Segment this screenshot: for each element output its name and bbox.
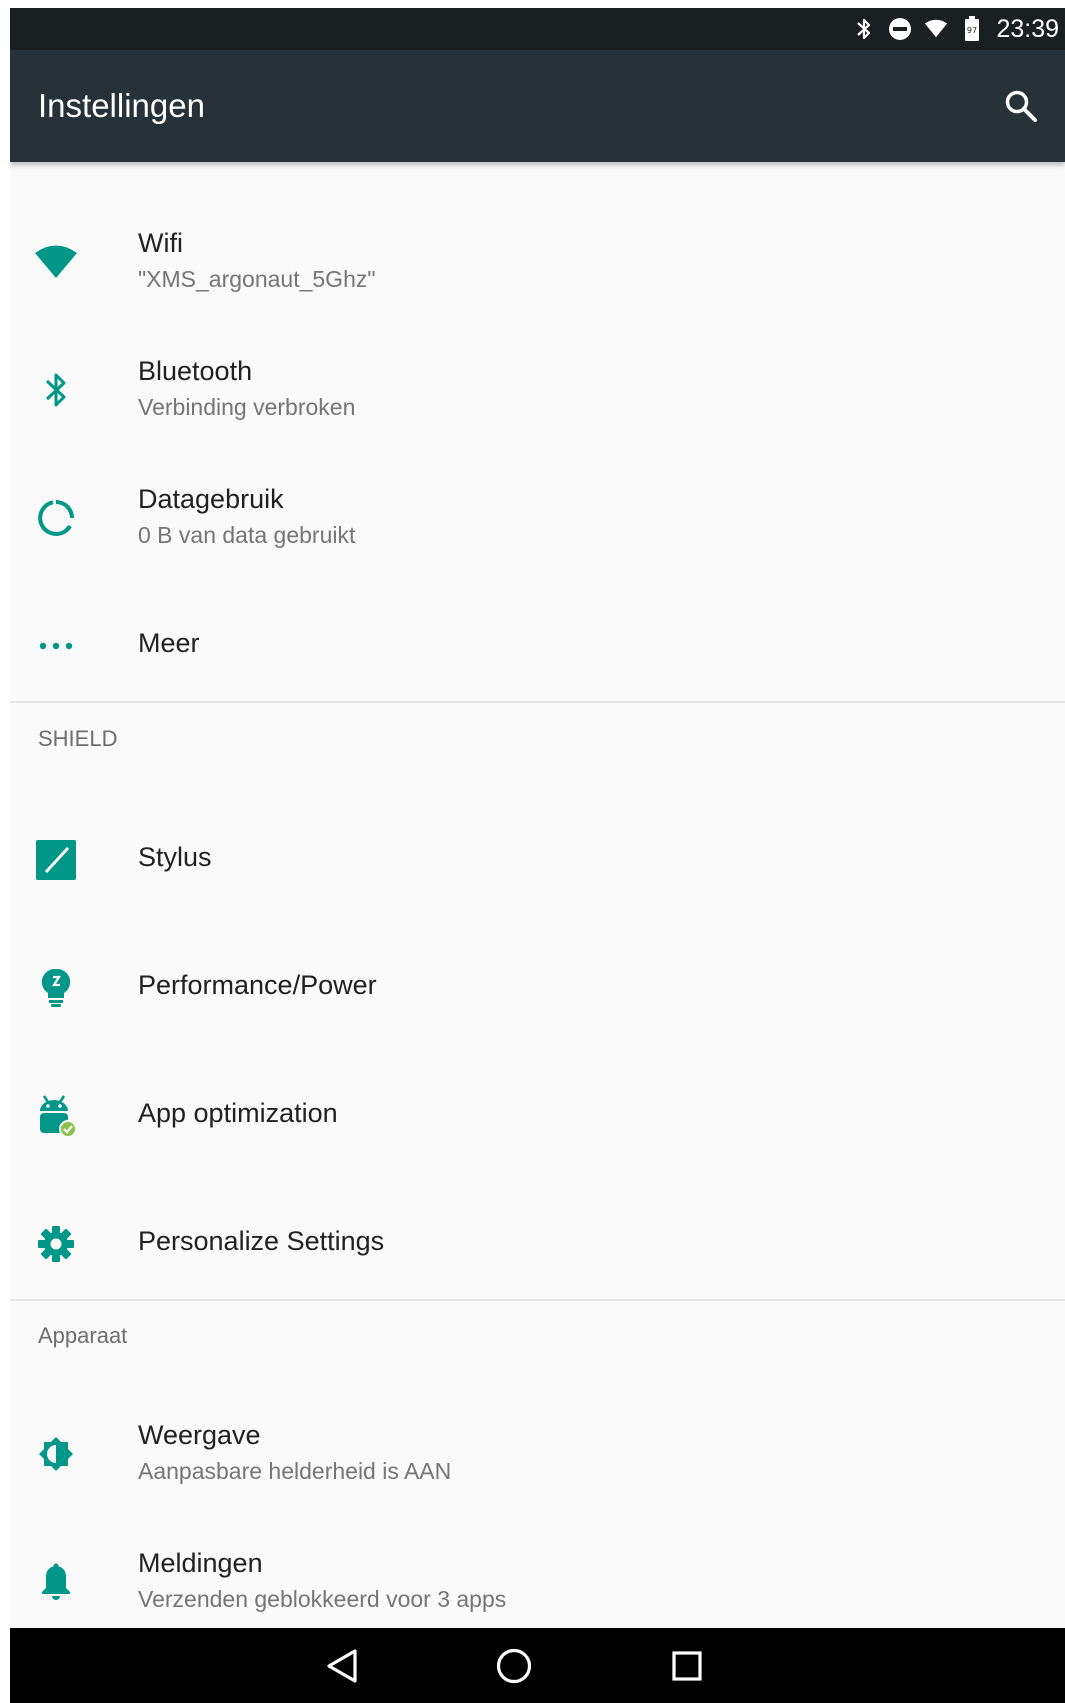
back-button[interactable] xyxy=(316,1640,368,1692)
setting-title: App optimization xyxy=(138,1098,338,1128)
setting-title: Stylus xyxy=(138,842,212,872)
svg-text:97: 97 xyxy=(967,26,977,35)
gear-icon xyxy=(32,1220,80,1268)
data-usage-icon xyxy=(32,494,80,542)
setting-item-wifi[interactable]: Wifi "XMS_argonaut_5Ghz" xyxy=(10,198,1065,326)
setting-title: Performance/Power xyxy=(138,970,377,1000)
status-bar: 97 23:39 xyxy=(10,8,1065,50)
wifi-icon xyxy=(924,17,948,41)
setting-title: Meer xyxy=(138,628,200,658)
setting-title: Meldingen xyxy=(138,1548,263,1578)
stylus-icon xyxy=(32,836,80,884)
setting-title: Datagebruik xyxy=(138,484,284,514)
setting-subtitle: 0 B van data gebruikt xyxy=(138,522,356,548)
setting-subtitle: Verzenden geblokkeerd voor 3 apps xyxy=(138,1586,507,1612)
search-button[interactable] xyxy=(997,82,1045,130)
setting-item-bluetooth[interactable]: Bluetooth Verbinding verbroken xyxy=(10,326,1065,454)
bell-icon xyxy=(32,1558,80,1606)
setting-title: Personalize Settings xyxy=(138,1226,385,1256)
page-title: Instellingen xyxy=(38,87,205,124)
setting-item-display[interactable]: Weergave Aanpasbare helderheid is AAN xyxy=(10,1390,1065,1518)
divider xyxy=(10,1299,1065,1301)
lightbulb-icon xyxy=(32,964,80,1012)
setting-item-stylus[interactable]: Stylus xyxy=(10,796,1065,924)
setting-item-more[interactable]: Meer xyxy=(10,582,1065,710)
status-time: 23:39 xyxy=(996,14,1059,43)
bluetooth-icon xyxy=(852,17,876,41)
android-check-icon xyxy=(32,1092,80,1140)
toolbar: Instellingen xyxy=(10,50,1065,162)
setting-item-app-optimization[interactable]: App optimization xyxy=(10,1052,1065,1180)
battery-icon: 97 xyxy=(960,16,984,41)
setting-title: Weergave xyxy=(138,1420,261,1450)
navigation-bar xyxy=(10,1628,1065,1703)
setting-title: Wifi xyxy=(138,228,183,258)
recents-icon xyxy=(672,1651,702,1681)
setting-title: Bluetooth xyxy=(138,356,253,386)
settings-screen: 97 23:39 Instellingen Wifi "XMS_argonaut… xyxy=(10,8,1065,1703)
setting-item-personalize-settings[interactable]: Personalize Settings xyxy=(10,1180,1065,1308)
setting-subtitle: "XMS_argonaut_5Ghz" xyxy=(138,266,376,292)
more-icon xyxy=(32,622,80,670)
do-not-disturb-icon xyxy=(888,17,912,41)
back-icon xyxy=(327,1649,357,1683)
wifi-icon xyxy=(32,238,80,286)
setting-subtitle: Verbinding verbroken xyxy=(138,394,356,420)
divider xyxy=(10,701,1065,703)
home-button[interactable] xyxy=(488,1640,540,1692)
recents-button[interactable] xyxy=(661,1640,713,1692)
section-header-shield: SHIELD xyxy=(38,726,118,751)
setting-subtitle: Aanpasbare helderheid is AAN xyxy=(138,1458,452,1484)
home-icon xyxy=(496,1648,532,1684)
setting-item-data-usage[interactable]: Datagebruik 0 B van data gebruikt xyxy=(10,454,1065,582)
brightness-icon xyxy=(32,1430,80,1478)
bluetooth-icon xyxy=(32,366,80,414)
search-icon xyxy=(1005,90,1037,122)
section-header-device: Apparaat xyxy=(38,1323,128,1348)
setting-item-notifications[interactable]: Meldingen Verzenden geblokkeerd voor 3 a… xyxy=(10,1518,1065,1646)
setting-item-performance-power[interactable]: Performance/Power xyxy=(10,924,1065,1052)
